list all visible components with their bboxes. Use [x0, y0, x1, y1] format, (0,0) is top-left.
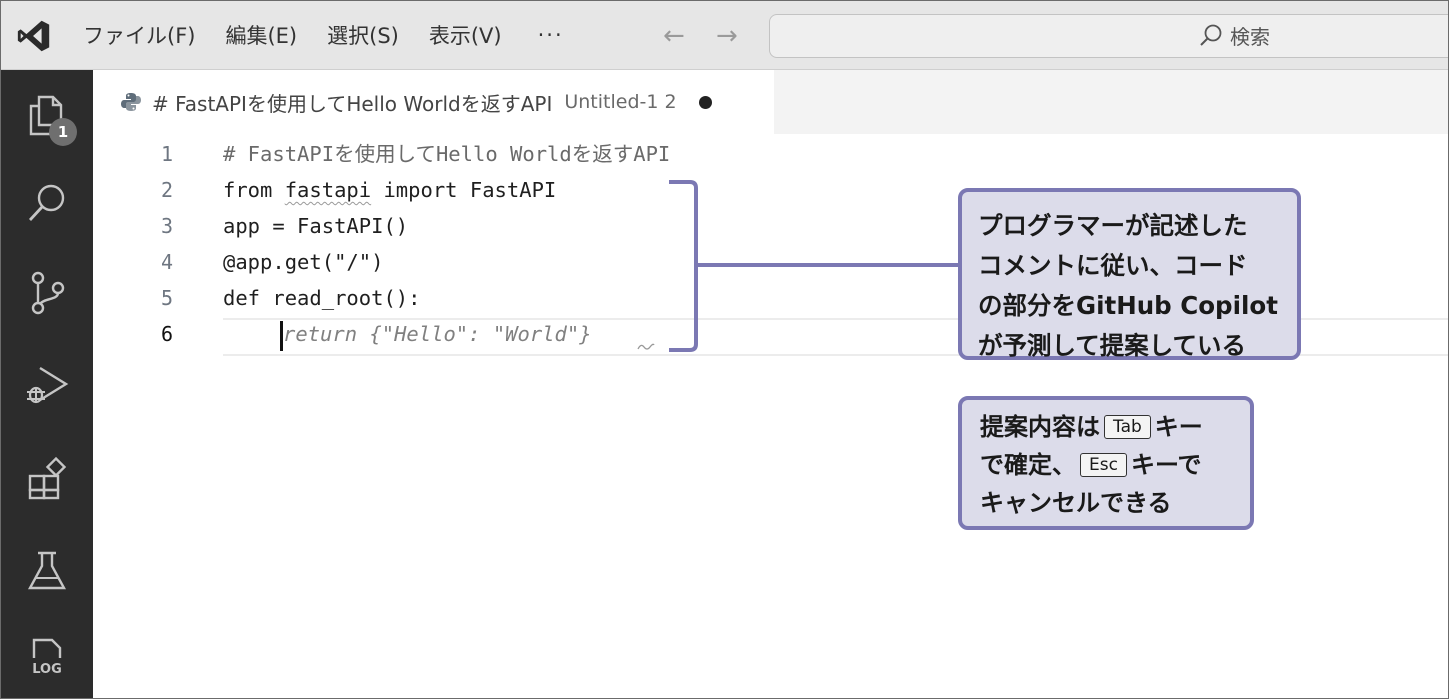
- callout-line: 提案内容は Tab キー: [980, 408, 1250, 446]
- esc-key: Esc: [1080, 453, 1127, 477]
- tab-key: Tab: [1104, 415, 1151, 439]
- callout-text: キーで: [1130, 451, 1202, 479]
- callout-line: キャンセルできる: [980, 489, 1172, 517]
- callout-text: キー: [1154, 413, 1203, 441]
- accept-cancel-callout: 提案内容は Tab キー で確定、 Esc キーで キャンセルできる: [958, 396, 1254, 530]
- callout-line: で確定、 Esc キーで: [980, 446, 1250, 484]
- callout-line: コメントに従い、コード: [978, 251, 1248, 280]
- callout-line: プログラマーが記述した: [978, 211, 1248, 240]
- callout-text: で確定、: [980, 451, 1076, 479]
- copilot-suggestion-callout: プログラマーが記述した コメントに従い、コード の部分をGitHub Copil…: [958, 188, 1301, 360]
- callout-line: の部分をGitHub Copilot: [978, 291, 1278, 320]
- callout-text: 提案内容は: [980, 413, 1100, 441]
- window: ファイル(F) 編集(E) 選択(S) 表示(V) ··· ← → 検索 1 L…: [0, 0, 1449, 699]
- callout-line: が予測して提案している: [978, 331, 1247, 360]
